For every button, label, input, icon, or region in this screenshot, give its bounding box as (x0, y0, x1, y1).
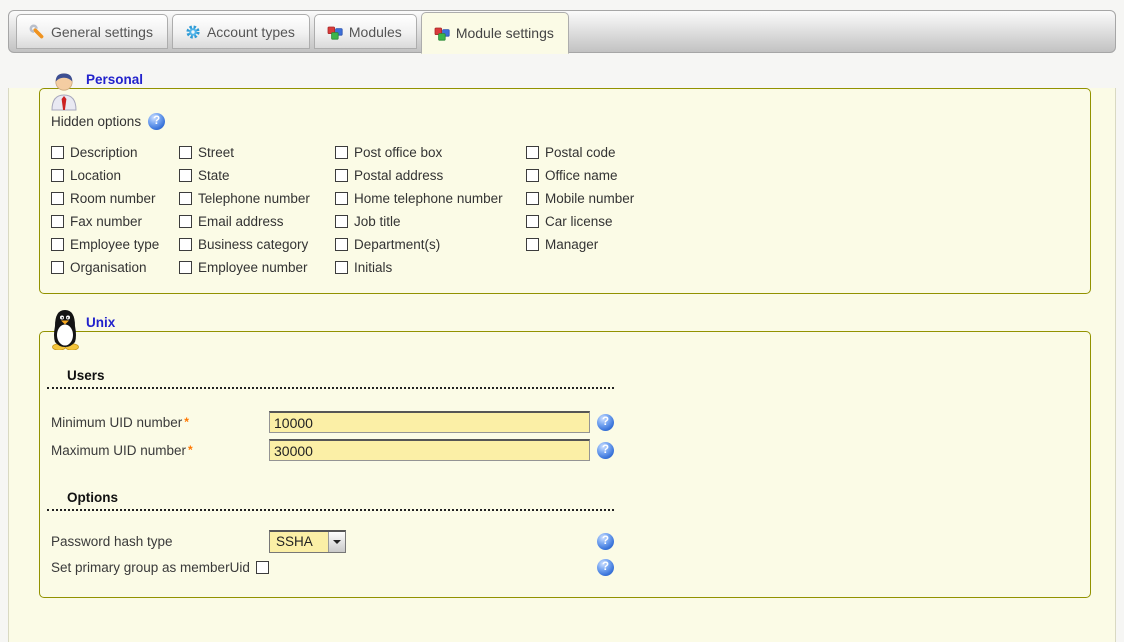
hidden-option-state[interactable]: State (179, 168, 335, 183)
maximum-uid-label: Maximum UID number* (51, 443, 269, 458)
tab-label: General settings (51, 24, 153, 40)
content-area: Personal Hidden options ? Description St… (8, 88, 1116, 642)
member-uid-option[interactable]: Set primary group as memberUid (51, 560, 269, 575)
checkbox[interactable] (179, 261, 192, 274)
gear-icon (185, 24, 201, 40)
minimum-uid-row: Minimum UID number* ? (51, 411, 614, 433)
help-icon[interactable]: ? (597, 414, 614, 431)
hidden-option-business-category[interactable]: Business category (179, 237, 335, 252)
checkbox[interactable] (51, 192, 64, 205)
config-page: General settings Account types Modul (0, 10, 1124, 617)
help-icon[interactable]: ? (148, 113, 165, 130)
checkbox[interactable] (526, 215, 539, 228)
maximum-uid-row: Maximum UID number* ? (51, 439, 614, 461)
tab-account-types[interactable]: Account types (172, 14, 310, 49)
checkbox[interactable] (51, 238, 64, 251)
checkbox[interactable] (335, 238, 348, 251)
hidden-option-street[interactable]: Street (179, 145, 335, 160)
section-title-personal: Personal (86, 72, 143, 87)
maximum-uid-input[interactable] (269, 439, 590, 461)
help-icon[interactable]: ? (597, 559, 614, 576)
checkbox[interactable] (179, 169, 192, 182)
wrench-icon (29, 24, 45, 40)
modules-icon (327, 24, 343, 40)
hidden-option-organisation[interactable]: Organisation (51, 260, 179, 275)
options-subheader: Options (47, 490, 614, 511)
unix-section: Unix Users Minimum UID number* ? Maximum… (39, 331, 1091, 598)
hidden-option-description[interactable]: Description (51, 145, 179, 160)
checkbox[interactable] (526, 146, 539, 159)
person-icon (49, 69, 79, 116)
tab-module-settings[interactable]: Module settings (421, 12, 569, 54)
checkbox[interactable] (179, 146, 192, 159)
tab-bar: General settings Account types Modul (8, 10, 1116, 53)
hidden-option-location[interactable]: Location (51, 168, 179, 183)
member-uid-label: Set primary group as memberUid (51, 560, 250, 575)
checkbox[interactable] (51, 146, 64, 159)
chevron-down-icon[interactable] (328, 532, 345, 552)
checkbox[interactable] (51, 261, 64, 274)
tab-label: Module settings (456, 25, 554, 41)
hidden-option-office-name[interactable]: Office name (526, 168, 696, 183)
section-title-unix: Unix (86, 315, 115, 330)
checkbox[interactable] (179, 238, 192, 251)
hidden-option-room-number[interactable]: Room number (51, 191, 179, 206)
hidden-options-row: Hidden options ? (51, 113, 1090, 130)
hidden-option-post-office-box[interactable]: Post office box (335, 145, 526, 160)
checkbox[interactable] (179, 215, 192, 228)
tab-label: Account types (207, 24, 295, 40)
checkbox[interactable] (335, 215, 348, 228)
hidden-option-telephone-number[interactable]: Telephone number (179, 191, 335, 206)
checkbox[interactable] (335, 146, 348, 159)
hidden-option-email-address[interactable]: Email address (179, 214, 335, 229)
checkbox[interactable] (179, 192, 192, 205)
checkbox[interactable] (526, 192, 539, 205)
personal-section: Personal Hidden options ? Description St… (39, 88, 1091, 294)
checkbox[interactable] (51, 169, 64, 182)
hidden-option-job-title[interactable]: Job title (335, 214, 526, 229)
minimum-uid-label: Minimum UID number* (51, 415, 269, 430)
password-hash-value: SSHA (270, 532, 328, 552)
checkbox[interactable] (526, 169, 539, 182)
hidden-option-employee-number[interactable]: Employee number (179, 260, 335, 275)
hidden-option-employee-type[interactable]: Employee type (51, 237, 179, 252)
password-hash-label: Password hash type (51, 534, 269, 549)
hidden-option-postal-code[interactable]: Postal code (526, 145, 696, 160)
required-marker: * (188, 443, 193, 457)
users-subheader: Users (47, 368, 614, 389)
checkbox[interactable] (526, 238, 539, 251)
checkbox[interactable] (335, 261, 348, 274)
tab-general-settings[interactable]: General settings (16, 14, 168, 49)
checkbox[interactable] (335, 192, 348, 205)
checkbox[interactable] (335, 169, 348, 182)
hidden-option-mobile-number[interactable]: Mobile number (526, 191, 696, 206)
help-icon[interactable]: ? (597, 533, 614, 550)
hidden-option-initials[interactable]: Initials (335, 260, 526, 275)
password-hash-select[interactable]: SSHA (269, 530, 346, 553)
hidden-options-grid: Description Street Post office box Posta… (51, 141, 1090, 279)
password-hash-row: Password hash type SSHA ? (51, 530, 614, 553)
tab-label: Modules (349, 24, 402, 40)
hidden-option-car-license[interactable]: Car license (526, 214, 696, 229)
required-marker: * (184, 415, 189, 429)
minimum-uid-input[interactable] (269, 411, 590, 433)
hidden-options-label: Hidden options (51, 114, 141, 129)
tux-penguin-icon (49, 308, 81, 355)
hidden-option-postal-address[interactable]: Postal address (335, 168, 526, 183)
hidden-option-manager[interactable]: Manager (526, 237, 696, 252)
hidden-option-fax-number[interactable]: Fax number (51, 214, 179, 229)
member-uid-row: Set primary group as memberUid ? (51, 559, 614, 576)
tab-modules[interactable]: Modules (314, 14, 417, 49)
hidden-option-home-telephone-number[interactable]: Home telephone number (335, 191, 526, 206)
help-icon[interactable]: ? (597, 442, 614, 459)
checkbox[interactable] (256, 561, 269, 574)
hidden-option-departments[interactable]: Department(s) (335, 237, 526, 252)
modules-icon (434, 25, 450, 41)
checkbox[interactable] (51, 215, 64, 228)
